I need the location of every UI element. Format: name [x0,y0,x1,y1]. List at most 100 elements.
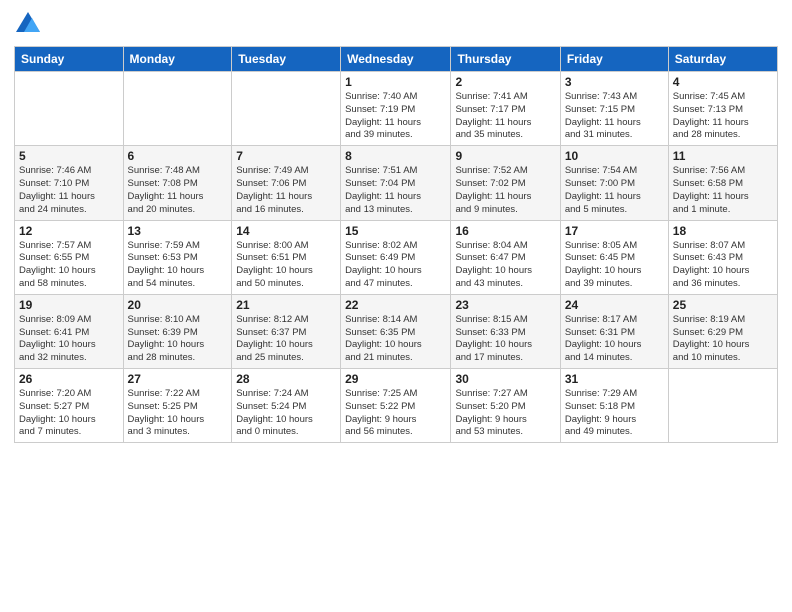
calendar-cell: 19 Sunrise: 8:09 AMSunset: 6:41 PMDayligh… [15,294,124,368]
day-info: Sunrise: 7:54 AMSunset: 7:00 PMDaylight:… [565,165,664,216]
day-number: 22 [345,298,446,312]
calendar-cell: 4 Sunrise: 7:45 AMSunset: 7:13 PMDaylight… [668,72,777,146]
day-number: 5 [19,149,119,163]
day-info: Sunrise: 7:48 AMSunset: 7:08 PMDaylight:… [128,165,228,216]
day-info: Sunrise: 8:07 AMSunset: 6:43 PMDaylight:… [673,240,773,291]
day-number: 12 [19,224,119,238]
day-number: 16 [455,224,555,238]
calendar-cell: 27Sunrise: 7:22 AMSunset: 5:25 PMDayligh… [123,369,232,443]
day-info: Sunrise: 7:59 AMSunset: 6:53 PMDaylight:… [128,240,228,291]
day-info: Sunrise: 8:05 AMSunset: 6:45 PMDaylight:… [565,240,664,291]
calendar-cell: 11Sunrise: 7:56 AMSunset: 6:58 PMDayligh… [668,146,777,220]
day-number: 3 [565,75,664,89]
calendar-container: Sunday Monday Tuesday Wednesday Thursday… [0,0,792,612]
calendar-cell: 17 Sunrise: 8:05 AMSunset: 6:45 PMDayligh… [560,220,668,294]
header [14,10,778,38]
day-number: 8 [345,149,446,163]
day-info: Sunrise: 8:00 AMSunset: 6:51 PMDaylight:… [236,240,336,291]
day-info: Sunrise: 7:20 AMSunset: 5:27 PMDaylight:… [19,388,119,439]
calendar-cell: 9 Sunrise: 7:52 AMSunset: 7:02 PMDaylight… [451,146,560,220]
calendar-cell: 10 Sunrise: 7:54 AMSunset: 7:00 PMDayligh… [560,146,668,220]
calendar-cell [123,72,232,146]
weekday-header-row: Sunday Monday Tuesday Wednesday Thursday… [15,47,778,72]
day-number: 29 [345,372,446,386]
day-info: Sunrise: 8:09 AMSunset: 6:41 PMDaylight:… [19,314,119,365]
calendar-cell: 1 Sunrise: 7:40 AMSunset: 7:19 PMDaylight… [341,72,451,146]
day-number: 28 [236,372,336,386]
calendar-cell [668,369,777,443]
calendar-cell: 3 Sunrise: 7:43 AMSunset: 7:15 PMDaylight… [560,72,668,146]
day-number: 23 [455,298,555,312]
calendar-cell: 6 Sunrise: 7:48 AMSunset: 7:08 PMDaylight… [123,146,232,220]
day-number: 1 [345,75,446,89]
day-info: Sunrise: 8:14 AMSunset: 6:35 PMDaylight:… [345,314,446,365]
day-info: Sunrise: 7:52 AMSunset: 7:02 PMDaylight:… [455,165,555,216]
calendar-week-2: 5 Sunrise: 7:46 AMSunset: 7:10 PMDaylight… [15,146,778,220]
day-info: Sunrise: 8:19 AMSunset: 6:29 PMDaylight:… [673,314,773,365]
calendar-cell: 14 Sunrise: 8:00 AMSunset: 6:51 PMDayligh… [232,220,341,294]
header-thursday: Thursday [451,47,560,72]
day-info: Sunrise: 7:43 AMSunset: 7:15 PMDaylight:… [565,91,664,142]
calendar-cell: 16 Sunrise: 8:04 AMSunset: 6:47 PMDayligh… [451,220,560,294]
day-number: 15 [345,224,446,238]
logo [14,10,46,38]
day-number: 20 [128,298,228,312]
day-number: 31 [565,372,664,386]
day-info: Sunrise: 7:40 AMSunset: 7:19 PMDaylight:… [345,91,446,142]
header-saturday: Saturday [668,47,777,72]
day-number: 13 [128,224,228,238]
day-info: Sunrise: 7:57 AMSunset: 6:55 PMDaylight:… [19,240,119,291]
calendar-cell: 22 Sunrise: 8:14 AMSunset: 6:35 PMDayligh… [341,294,451,368]
day-number: 6 [128,149,228,163]
day-info: Sunrise: 8:15 AMSunset: 6:33 PMDaylight:… [455,314,555,365]
day-number: 21 [236,298,336,312]
calendar-cell: 24Sunrise: 8:17 AMSunset: 6:31 PMDayligh… [560,294,668,368]
day-info: Sunrise: 7:45 AMSunset: 7:13 PMDaylight:… [673,91,773,142]
calendar-week-1: 1 Sunrise: 7:40 AMSunset: 7:19 PMDaylight… [15,72,778,146]
day-info: Sunrise: 7:27 AMSunset: 5:20 PMDaylight:… [455,388,555,439]
day-info: Sunrise: 7:25 AMSunset: 5:22 PMDaylight:… [345,388,446,439]
calendar-cell: 13 Sunrise: 7:59 AMSunset: 6:53 PMDayligh… [123,220,232,294]
day-number: 9 [455,149,555,163]
day-info: Sunrise: 8:12 AMSunset: 6:37 PMDaylight:… [236,314,336,365]
day-number: 19 [19,298,119,312]
calendar-cell: 5 Sunrise: 7:46 AMSunset: 7:10 PMDaylight… [15,146,124,220]
day-number: 14 [236,224,336,238]
day-info: Sunrise: 8:17 AMSunset: 6:31 PMDaylight:… [565,314,664,365]
day-info: Sunrise: 7:49 AMSunset: 7:06 PMDaylight:… [236,165,336,216]
calendar-table: Sunday Monday Tuesday Wednesday Thursday… [14,46,778,443]
calendar-cell [15,72,124,146]
day-info: Sunrise: 7:29 AMSunset: 5:18 PMDaylight:… [565,388,664,439]
header-friday: Friday [560,47,668,72]
calendar-cell: 2Sunrise: 7:41 AMSunset: 7:17 PMDaylight… [451,72,560,146]
calendar-cell: 8Sunrise: 7:51 AMSunset: 7:04 PMDaylight… [341,146,451,220]
calendar-cell: 30 Sunrise: 7:27 AMSunset: 5:20 PMDayligh… [451,369,560,443]
logo-icon [14,10,42,38]
calendar-cell: 28Sunrise: 7:24 AMSunset: 5:24 PMDayligh… [232,369,341,443]
calendar-cell: 25 Sunrise: 8:19 AMSunset: 6:29 PMDayligh… [668,294,777,368]
day-number: 25 [673,298,773,312]
day-number: 7 [236,149,336,163]
calendar-cell: 18Sunrise: 8:07 AMSunset: 6:43 PMDayligh… [668,220,777,294]
calendar-cell: 29 Sunrise: 7:25 AMSunset: 5:22 PMDayligh… [341,369,451,443]
header-sunday: Sunday [15,47,124,72]
day-number: 4 [673,75,773,89]
day-info: Sunrise: 8:04 AMSunset: 6:47 PMDaylight:… [455,240,555,291]
calendar-cell [232,72,341,146]
day-info: Sunrise: 8:10 AMSunset: 6:39 PMDaylight:… [128,314,228,365]
day-number: 30 [455,372,555,386]
day-info: Sunrise: 7:46 AMSunset: 7:10 PMDaylight:… [19,165,119,216]
day-number: 10 [565,149,664,163]
day-number: 17 [565,224,664,238]
calendar-cell: 15Sunrise: 8:02 AMSunset: 6:49 PMDayligh… [341,220,451,294]
calendar-cell: 7 Sunrise: 7:49 AMSunset: 7:06 PMDaylight… [232,146,341,220]
calendar-week-4: 19 Sunrise: 8:09 AMSunset: 6:41 PMDayligh… [15,294,778,368]
calendar-cell: 20 Sunrise: 8:10 AMSunset: 6:39 PMDayligh… [123,294,232,368]
calendar-cell: 26Sunrise: 7:20 AMSunset: 5:27 PMDayligh… [15,369,124,443]
header-wednesday: Wednesday [341,47,451,72]
day-number: 2 [455,75,555,89]
calendar-cell: 31 Sunrise: 7:29 AMSunset: 5:18 PMDayligh… [560,369,668,443]
calendar-body: 1 Sunrise: 7:40 AMSunset: 7:19 PMDaylight… [15,72,778,443]
header-monday: Monday [123,47,232,72]
calendar-cell: 21 Sunrise: 8:12 AMSunset: 6:37 PMDayligh… [232,294,341,368]
